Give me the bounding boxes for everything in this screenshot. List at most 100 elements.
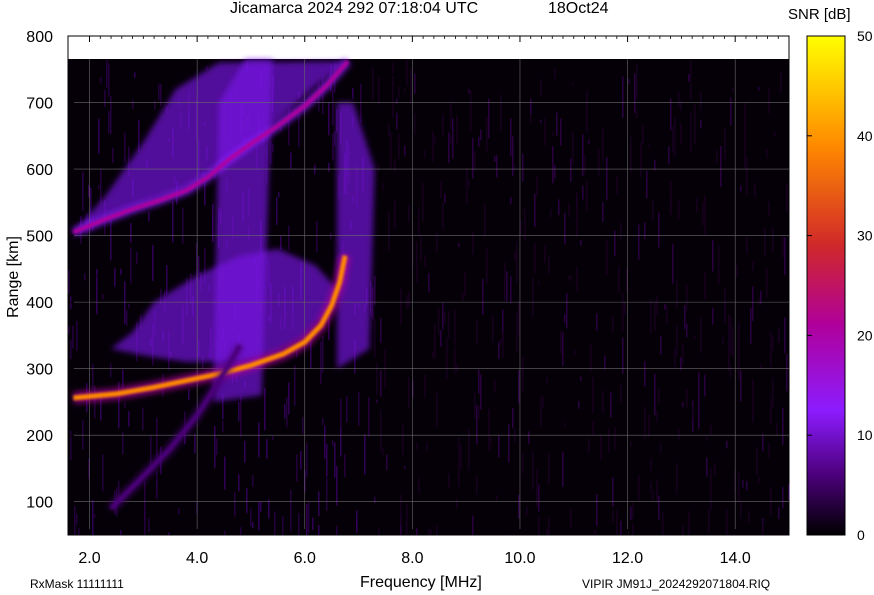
- noise-streak: [436, 233, 438, 253]
- noise-streak: [84, 273, 86, 281]
- noise-streak: [478, 405, 480, 420]
- noise-streak: [270, 141, 272, 164]
- noise-streak: [458, 459, 460, 487]
- noise-streak: [468, 89, 470, 94]
- noise-streak: [458, 437, 460, 458]
- noise-streak: [332, 89, 334, 126]
- noise-streak: [730, 316, 732, 355]
- noise-streak: [592, 377, 594, 414]
- noise-streak: [600, 434, 602, 460]
- noise-streak: [774, 131, 776, 137]
- noise-streak: [540, 119, 542, 124]
- noise-streak: [336, 526, 338, 535]
- noise-streak: [296, 454, 298, 482]
- noise-streak: [534, 193, 536, 227]
- noise-streak: [496, 155, 498, 178]
- noise-streak: [650, 482, 652, 494]
- x-tick-label: 10.0: [504, 550, 535, 567]
- noise-streak: [258, 501, 260, 531]
- noise-streak: [690, 111, 692, 152]
- noise-streak: [586, 180, 588, 212]
- noise-streak: [100, 168, 102, 205]
- noise-streak: [588, 438, 590, 454]
- noise-streak: [328, 163, 330, 172]
- noise-streak: [404, 145, 406, 156]
- noise-streak: [516, 241, 518, 283]
- noise-streak: [374, 496, 376, 504]
- noise-streak: [378, 76, 380, 106]
- noise-streak: [598, 148, 600, 176]
- colorbar-tick-label: 50: [857, 28, 873, 44]
- noise-streak: [682, 525, 684, 535]
- noise-streak: [562, 332, 564, 366]
- noise-streak: [112, 147, 114, 164]
- noise-streak: [286, 397, 288, 428]
- noise-streak: [476, 404, 478, 445]
- noise-streak: [122, 369, 124, 389]
- noise-streak: [104, 89, 106, 108]
- noise-streak: [134, 72, 136, 78]
- noise-streak: [508, 424, 510, 463]
- noise-streak: [688, 511, 690, 535]
- noise-streak: [144, 509, 146, 535]
- noise-streak: [706, 435, 708, 441]
- noise-streak: [110, 95, 112, 135]
- noise-streak: [490, 436, 492, 447]
- noise-streak: [410, 68, 412, 105]
- noise-streak: [82, 420, 84, 450]
- noise-streak: [322, 335, 324, 373]
- noise-streak: [744, 102, 746, 129]
- noise-streak: [290, 489, 292, 532]
- chart-date: 18Oct24: [548, 0, 609, 17]
- noise-streak: [570, 158, 572, 182]
- noise-streak: [386, 454, 388, 471]
- noise-streak: [264, 388, 266, 397]
- noise-streak: [206, 66, 208, 70]
- noise-streak: [380, 409, 382, 452]
- noise-streak: [536, 176, 538, 197]
- noise-streak: [106, 59, 108, 88]
- noise-streak: [468, 180, 470, 188]
- noise-streak: [238, 402, 240, 422]
- noise-streak: [724, 301, 726, 321]
- noise-streak: [708, 508, 710, 533]
- noise-streak: [124, 281, 126, 325]
- colorbar-tick-label: 10: [857, 427, 873, 443]
- noise-streak: [744, 129, 746, 169]
- noise-streak: [446, 337, 448, 379]
- noise-streak: [272, 435, 274, 440]
- noise-streak: [156, 417, 158, 458]
- noise-streak: [492, 315, 494, 343]
- ionogram-chart: 2.0 4.0 6.0 8.0 10.0 12.0 14.01002003004005006…: [26, 28, 873, 567]
- noise-streak: [166, 265, 168, 295]
- noise-streak: [470, 90, 472, 132]
- noise-streak: [782, 487, 784, 509]
- noise-streak: [498, 341, 500, 360]
- noise-streak: [392, 62, 394, 74]
- noise-streak: [306, 504, 308, 535]
- noise-streak: [550, 209, 552, 218]
- noise-streak: [432, 351, 434, 359]
- noise-streak: [704, 272, 706, 300]
- noise-streak: [418, 207, 420, 237]
- file-label: VIPIR JM91J_2024292071804.RIQ: [582, 577, 771, 591]
- noise-streak: [478, 136, 480, 147]
- noise-streak: [318, 524, 320, 535]
- noise-streak: [652, 200, 654, 222]
- noise-streak: [450, 135, 452, 145]
- noise-streak: [580, 240, 582, 246]
- noise-streak: [748, 510, 750, 523]
- noise-streak: [552, 131, 554, 136]
- noise-streak: [172, 201, 174, 243]
- noise-streak: [364, 434, 366, 475]
- noise-streak: [124, 132, 126, 163]
- noise-streak: [784, 237, 786, 276]
- noise-streak: [274, 511, 276, 535]
- noise-streak: [450, 101, 452, 131]
- x-tick-label: 6.0: [294, 550, 316, 567]
- noise-streak: [506, 271, 508, 302]
- noise-streak: [644, 361, 646, 387]
- noise-streak: [656, 410, 658, 423]
- noise-streak: [704, 374, 706, 397]
- noise-streak: [502, 331, 504, 358]
